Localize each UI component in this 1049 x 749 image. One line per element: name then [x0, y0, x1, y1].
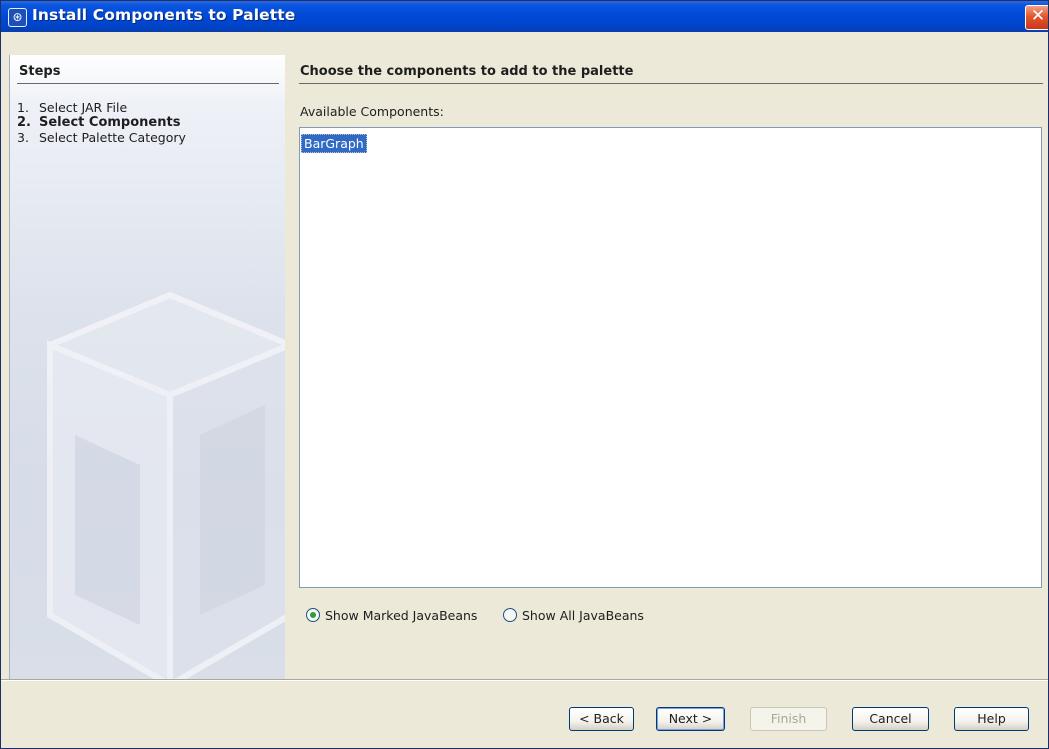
- step-item-select-jar: 1. Select JAR File: [17, 100, 128, 115]
- radio-show-marked[interactable]: Show Marked JavaBeans: [306, 606, 477, 624]
- help-button[interactable]: Help: [954, 707, 1029, 731]
- content-divider: [299, 83, 1043, 84]
- radio-unselected-icon[interactable]: [503, 608, 517, 622]
- step-item-select-category: 3. Select Palette Category: [17, 130, 186, 145]
- footer-divider: [1, 679, 1048, 681]
- page-title: Choose the components to add to the pale…: [300, 64, 634, 79]
- steps-list: 1. Select JAR File 2. Select Components 3.…: [17, 100, 186, 145]
- install-components-dialog: ⊛ Install Components to Palette ✕ Steps …: [0, 0, 1049, 749]
- steps-panel: [9, 55, 286, 679]
- cube-watermark-graphic: [47, 291, 286, 679]
- finish-button[interactable]: Finish: [750, 707, 827, 731]
- netbeans-cube-icon: ⊛: [8, 8, 27, 27]
- step-item-select-components: 2. Select Components: [17, 115, 181, 130]
- close-button[interactable]: ✕: [1025, 5, 1048, 30]
- radio-show-all[interactable]: Show All JavaBeans: [503, 606, 644, 624]
- list-item[interactable]: BarGraph: [301, 134, 367, 153]
- next-button[interactable]: Next >: [656, 707, 725, 731]
- close-icon: ✕: [1030, 6, 1046, 26]
- radio-selected-icon[interactable]: [306, 608, 320, 622]
- steps-divider: [17, 83, 279, 84]
- cancel-button[interactable]: Cancel: [852, 707, 929, 731]
- back-button[interactable]: < Back: [569, 707, 634, 731]
- available-components-label: Available Components:: [300, 104, 444, 119]
- available-components-list[interactable]: BarGraph: [299, 127, 1042, 588]
- title-bar[interactable]: ⊛ Install Components to Palette ✕: [1, 1, 1048, 32]
- steps-heading: Steps: [19, 64, 61, 79]
- window-title: Install Components to Palette: [32, 6, 296, 24]
